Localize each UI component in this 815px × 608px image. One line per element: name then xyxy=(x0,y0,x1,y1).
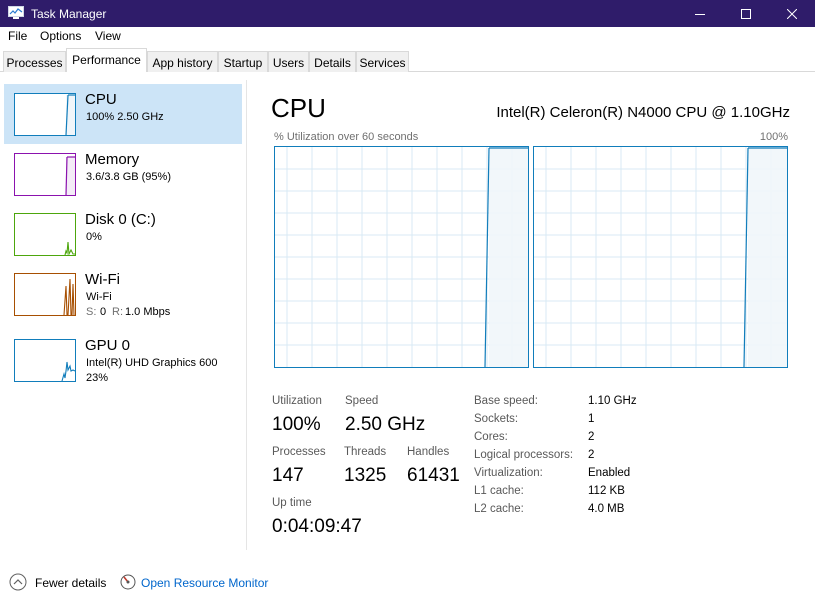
sidebar-item-cpu[interactable]: CPU 100% 2.50 GHz xyxy=(4,84,242,144)
page-title: CPU xyxy=(271,93,326,123)
minimize-icon xyxy=(695,13,705,15)
processes-value: 147 xyxy=(272,465,304,486)
sidebar-item-detail-2: 23% xyxy=(86,372,109,384)
tab-app-history[interactable]: App history xyxy=(147,51,218,72)
resource-sidebar: CPU 100% 2.50 GHz Memory 3.6/3.8 GB (95%… xyxy=(0,72,246,555)
spec-label: Base speed: xyxy=(474,395,538,407)
cpu-graph-core-1-plot xyxy=(534,147,787,367)
sidebar-item-detail: 100% 2.50 GHz xyxy=(86,111,164,123)
spec-value: 112 KB xyxy=(588,485,625,497)
spec-label: L1 cache: xyxy=(474,485,524,497)
wifi-receive-label: R: xyxy=(112,306,123,318)
spec-label: Cores: xyxy=(474,431,508,443)
threads-value: 1325 xyxy=(344,465,387,486)
utilization-label: Utilization xyxy=(272,395,322,407)
close-icon xyxy=(787,8,797,19)
sidebar-item-label: Wi-Fi xyxy=(85,271,120,288)
tab-services[interactable]: Services xyxy=(356,51,409,72)
sidebar-item-gpu[interactable]: GPU 0 Intel(R) UHD Graphics 600 23% xyxy=(4,330,242,390)
task-manager-icon xyxy=(8,6,24,20)
cpu-graph-core-0-plot xyxy=(275,147,528,367)
speed-value: 2.50 GHz xyxy=(345,414,426,435)
sidebar-item-wifi[interactable]: Wi-Fi Wi-Fi S: 0 R: 1.0 Mbps xyxy=(4,264,242,324)
tab-startup[interactable]: Startup xyxy=(218,51,268,72)
tab-details[interactable]: Details xyxy=(309,51,356,72)
fewer-details-button[interactable]: Fewer details xyxy=(35,576,106,590)
spec-label: L2 cache: xyxy=(474,503,524,515)
menu-view[interactable]: View xyxy=(95,29,121,43)
sidebar-item-label: GPU 0 xyxy=(85,337,131,354)
spec-value: Enabled xyxy=(588,467,631,479)
spec-value: 4.0 MB xyxy=(588,503,625,515)
sidebar-item-label: CPU xyxy=(85,91,117,108)
spec-label: Virtualization: xyxy=(474,467,543,479)
disk-thumbnail-graph xyxy=(14,213,76,256)
sidebar-item-detail: 3.6/3.8 GB (95%) xyxy=(86,171,171,183)
menu-options[interactable]: Options xyxy=(40,29,81,43)
sidebar-item-disk[interactable]: Disk 0 (C:) 0% xyxy=(4,204,242,264)
spec-label: Sockets: xyxy=(474,413,519,425)
memory-thumbnail-graph xyxy=(14,153,76,196)
cpu-model-name: Intel(R) Celeron(R) N4000 CPU @ 1.10GHz xyxy=(496,104,790,121)
sidebar-item-detail: Wi-Fi xyxy=(86,291,112,303)
minimize-button[interactable] xyxy=(677,0,723,27)
gpu-thumbnail-graph xyxy=(14,339,76,382)
uptime-value: 0:04:09:47 xyxy=(272,516,362,537)
title-bar: Task Manager xyxy=(0,0,815,27)
uptime-label: Up time xyxy=(272,497,312,509)
spec-value: 2 xyxy=(588,449,595,461)
spec-value: 1.10 GHz xyxy=(588,395,637,407)
resource-monitor-icon xyxy=(120,574,136,593)
graph-caption: % Utilization over 60 seconds xyxy=(274,131,419,143)
processes-label: Processes xyxy=(272,446,326,458)
wifi-receive-value: 1.0 Mbps xyxy=(125,306,171,318)
wifi-send-label: S: xyxy=(86,306,97,318)
window-title: Task Manager xyxy=(31,7,107,21)
menu-file[interactable]: File xyxy=(8,29,27,43)
speed-label: Speed xyxy=(345,395,379,407)
wifi-thumbnail-graph xyxy=(14,273,76,316)
chevron-up-icon[interactable] xyxy=(9,573,27,594)
maximize-button[interactable] xyxy=(723,0,769,27)
tab-processes[interactable]: Processes xyxy=(3,51,66,72)
sidebar-item-detail: 0% xyxy=(86,231,102,243)
threads-label: Threads xyxy=(344,446,387,458)
sidebar-item-detail: Intel(R) UHD Graphics 600 xyxy=(86,357,218,369)
tab-users[interactable]: Users xyxy=(268,51,309,72)
graph-max-label: 100% xyxy=(759,131,788,143)
cpu-graph-core-1 xyxy=(533,146,788,368)
cpu-thumbnail-graph xyxy=(14,93,76,136)
open-resource-monitor-link[interactable]: Open Resource Monitor xyxy=(141,576,268,590)
footer-bar: Fewer details Open Resource Monitor xyxy=(0,566,815,598)
spec-value: 2 xyxy=(588,431,595,443)
spec-value: 1 xyxy=(588,413,595,425)
handles-label: Handles xyxy=(407,446,450,458)
tab-strip: Processes Performance App history Startu… xyxy=(0,47,815,73)
maximize-icon xyxy=(741,8,751,19)
wifi-send-value: 0 xyxy=(100,306,107,318)
close-button[interactable] xyxy=(769,0,815,27)
spec-label: Logical processors: xyxy=(474,449,574,461)
utilization-value: 100% xyxy=(272,414,321,435)
sidebar-item-memory[interactable]: Memory 3.6/3.8 GB (95%) xyxy=(4,144,242,204)
handles-value: 61431 xyxy=(407,465,460,486)
sidebar-item-label: Memory xyxy=(85,151,140,168)
sidebar-item-label: Disk 0 (C:) xyxy=(85,211,156,228)
sidebar-divider xyxy=(246,80,247,550)
menu-bar: File Options View xyxy=(0,27,815,47)
cpu-graph-core-0 xyxy=(274,146,529,368)
tab-performance[interactable]: Performance xyxy=(66,48,147,73)
